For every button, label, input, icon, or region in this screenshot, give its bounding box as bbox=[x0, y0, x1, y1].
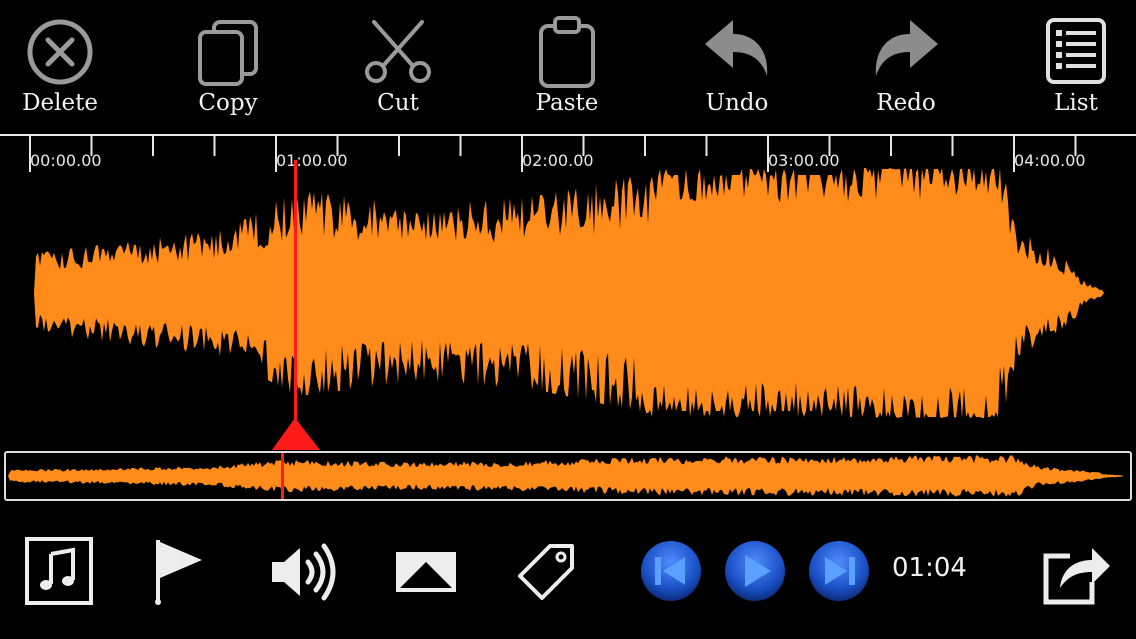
redo-arrow-icon bbox=[875, 20, 938, 76]
tag-button[interactable] bbox=[516, 540, 580, 604]
share-icon bbox=[1043, 548, 1110, 605]
skip-previous-button[interactable] bbox=[639, 539, 703, 603]
list-button[interactable]: List bbox=[1016, 14, 1136, 126]
delete-button[interactable]: Delete bbox=[0, 14, 120, 126]
list-label: List bbox=[1054, 90, 1098, 116]
copy-icon bbox=[198, 20, 258, 86]
play-button[interactable] bbox=[723, 539, 787, 603]
paste-button[interactable]: Paste bbox=[507, 14, 627, 126]
list-icon bbox=[1046, 18, 1106, 84]
overview-playhead[interactable] bbox=[281, 453, 284, 499]
share-button[interactable] bbox=[1040, 538, 1112, 608]
waveform-path bbox=[32, 168, 1104, 418]
marker-button[interactable] bbox=[150, 536, 210, 606]
cut-label: Cut bbox=[377, 90, 419, 116]
close-circle-icon bbox=[27, 19, 93, 85]
redo-button[interactable]: Redo bbox=[846, 14, 966, 126]
skip-next-button[interactable] bbox=[807, 539, 871, 603]
delete-label: Delete bbox=[22, 90, 98, 116]
waveform-graphic bbox=[32, 160, 1104, 450]
main-waveform[interactable] bbox=[0, 160, 1136, 450]
clipboard-icon bbox=[539, 16, 595, 88]
speaker-icon bbox=[272, 543, 336, 601]
redo-label: Redo bbox=[876, 90, 936, 116]
music-library-button[interactable] bbox=[24, 536, 94, 606]
skip-next-icon bbox=[809, 541, 869, 601]
paste-label: Paste bbox=[535, 90, 599, 116]
undo-label: Undo bbox=[705, 90, 769, 116]
fade-icon bbox=[396, 552, 456, 592]
playhead-line[interactable] bbox=[294, 160, 297, 428]
copy-label: Copy bbox=[198, 90, 258, 116]
tag-icon bbox=[518, 544, 574, 600]
overview-graphic bbox=[8, 453, 1126, 499]
flag-icon bbox=[155, 540, 202, 605]
overview-waveform-path bbox=[8, 455, 1126, 497]
overview-waveform[interactable] bbox=[4, 451, 1132, 501]
audio-editor-screen: Delete Copy Cut Paste Undo Redo List 00:… bbox=[0, 0, 1136, 639]
play-icon bbox=[725, 541, 785, 601]
copy-button[interactable]: Copy bbox=[168, 14, 288, 126]
fade-button[interactable] bbox=[394, 550, 458, 594]
undo-arrow-icon bbox=[705, 20, 768, 76]
current-time: 01:04 bbox=[892, 553, 967, 583]
scissors-icon bbox=[365, 20, 431, 83]
edit-toolbar: Delete Copy Cut Paste Undo Redo List bbox=[0, 0, 1136, 134]
music-note-icon bbox=[25, 537, 93, 605]
undo-button[interactable]: Undo bbox=[677, 14, 797, 126]
cut-button[interactable]: Cut bbox=[338, 14, 458, 126]
skip-previous-icon bbox=[641, 541, 701, 601]
playhead-handle[interactable] bbox=[272, 418, 320, 450]
volume-button[interactable] bbox=[268, 540, 340, 604]
